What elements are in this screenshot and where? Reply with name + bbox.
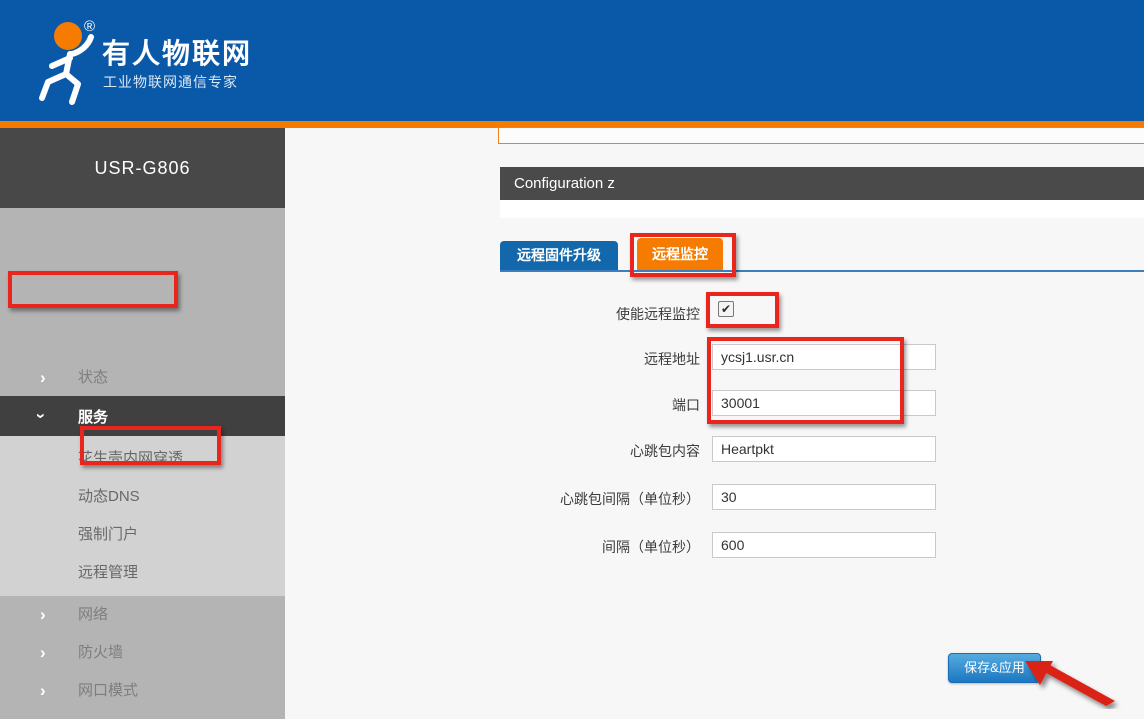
remote-address-input[interactable]	[712, 344, 936, 370]
sidebar-item-remote-management[interactable]: 远程管理	[78, 564, 138, 582]
heartbeat-content-input[interactable]	[712, 436, 936, 462]
chevron-right-icon: ›	[40, 605, 46, 625]
heartbeat-interval-label: 心跳包间隔（单位秒）	[430, 489, 700, 509]
section-title-bar: Configuration z	[500, 167, 1144, 200]
annotation-box-checkbox	[706, 292, 779, 328]
enable-remote-monitoring-label: 使能远程监控	[430, 304, 700, 324]
remote-address-label: 远程地址	[430, 349, 700, 369]
sidebar-item-services[interactable]: › 服务	[0, 396, 285, 436]
tab-underline	[500, 270, 1144, 272]
sidebar: USR-G806 › 状态 › 服务 花生壳内网穿透 动态DNS 强制门户 远程…	[0, 128, 285, 719]
brand-subtitle: 工业物联网通信专家	[103, 72, 238, 92]
section-spacer	[500, 200, 1144, 218]
heartbeat-content-label: 心跳包内容	[430, 441, 700, 461]
chevron-right-icon: ›	[40, 681, 46, 701]
chevron-right-icon: ›	[40, 643, 46, 663]
interval-label: 间隔（单位秒）	[430, 537, 700, 557]
device-name: USR-G806	[0, 128, 285, 208]
sidebar-item-ddns[interactable]: 动态DNS	[78, 488, 140, 506]
port-label: 端口	[430, 395, 700, 415]
chevron-down-icon: ›	[31, 413, 51, 419]
page: ® 有人物联网 工业物联网通信专家 USR-G806 › 状态 › 服务 花生壳…	[0, 0, 1144, 719]
sidebar-item-network[interactable]: › 网络	[0, 605, 285, 627]
checkmark-icon: ✔	[721, 302, 731, 316]
sidebar-item-status[interactable]: › 状态	[0, 368, 285, 390]
save-apply-button[interactable]: 保存&应用	[948, 653, 1041, 683]
tab-remote-firmware-upgrade[interactable]: 远程固件升级	[500, 241, 618, 270]
sidebar-item-captive-portal[interactable]: 强制门户	[78, 526, 138, 544]
enable-remote-monitoring-checkbox[interactable]: ✔	[718, 301, 734, 317]
heartbeat-interval-input[interactable]	[712, 484, 936, 510]
section-title: Configuration z	[514, 167, 615, 200]
interval-input[interactable]	[712, 532, 936, 558]
tab-remote-monitoring[interactable]: 远程监控	[637, 238, 723, 270]
sidebar-item-firewall[interactable]: › 防火墙	[0, 643, 285, 665]
sidebar-item-port-mode[interactable]: › 网口模式	[0, 681, 285, 703]
partial-panel-box	[498, 127, 1144, 144]
sidebar-item-peanut-shell[interactable]: 花生壳内网穿透	[78, 450, 183, 468]
top-header: ® 有人物联网 工业物联网通信专家	[0, 0, 1144, 121]
registered-trademark: ®	[84, 18, 95, 35]
chevron-right-icon: ›	[40, 368, 46, 388]
port-input[interactable]	[712, 390, 936, 416]
brand-title: 有人物联网	[102, 32, 252, 72]
